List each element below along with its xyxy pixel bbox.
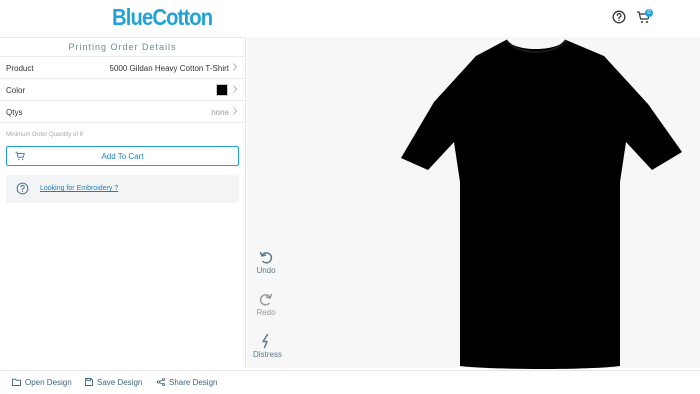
distress-button[interactable]: Distress [253,333,282,359]
qtys-value: none [211,108,229,117]
chevron-right-icon [233,107,237,115]
color-row[interactable]: Color [0,79,245,101]
min-order-note: Minimum Order Quantity of 6 [6,132,84,138]
open-design-button[interactable]: Open Design [12,378,72,387]
bluecotton-logo[interactable]: BlueCotton [112,4,213,31]
top-bar: BlueCotton 0 [0,0,700,34]
cart-count-badge: 0 [645,9,653,17]
redo-icon [259,293,273,306]
redo-button[interactable]: Redo [253,291,279,317]
tshirt-image[interactable] [398,38,684,370]
help-circle-icon [16,182,29,195]
qtys-label: Qtys [6,108,23,117]
qtys-row[interactable]: Qtys none [0,101,245,123]
bottom-bar: Open Design Save Design Share Design [0,370,700,394]
undo-icon [259,251,273,264]
product-value: 5000 Gildan Heavy Cotton T-Shirt [109,64,229,73]
add-to-cart-label: Add To Cart [101,152,144,161]
chevron-right-icon [233,63,237,71]
folder-icon [12,378,21,386]
embroidery-link[interactable]: Looking for Embroidery ? [40,185,118,192]
save-design-label: Save Design [97,378,143,387]
share-design-label: Share Design [169,378,218,387]
save-design-button[interactable]: Save Design [85,378,142,387]
panel-title: Printing Order Details [0,38,245,57]
printing-order-panel: Printing Order Details Product 5000 Gild… [0,37,246,368]
open-design-label: Open Design [25,378,72,387]
distress-label: Distress [253,350,282,359]
share-icon [156,377,166,387]
undo-label: Undo [256,266,276,275]
color-swatch[interactable] [216,84,228,96]
add-to-cart-button[interactable]: Add To Cart [6,146,239,166]
product-label: Product [6,64,34,73]
embroidery-callout: Looking for Embroidery ? [6,175,239,203]
save-icon [85,378,93,386]
lightning-icon [262,333,269,349]
redo-label: Redo [256,308,276,317]
share-design-button[interactable]: Share Design [156,377,218,387]
help-circle-icon[interactable] [612,10,626,24]
undo-button[interactable]: Undo [253,249,279,275]
color-label: Color [6,86,26,95]
product-row[interactable]: Product 5000 Gildan Heavy Cotton T-Shirt [0,57,245,79]
chevron-right-icon [233,85,237,93]
